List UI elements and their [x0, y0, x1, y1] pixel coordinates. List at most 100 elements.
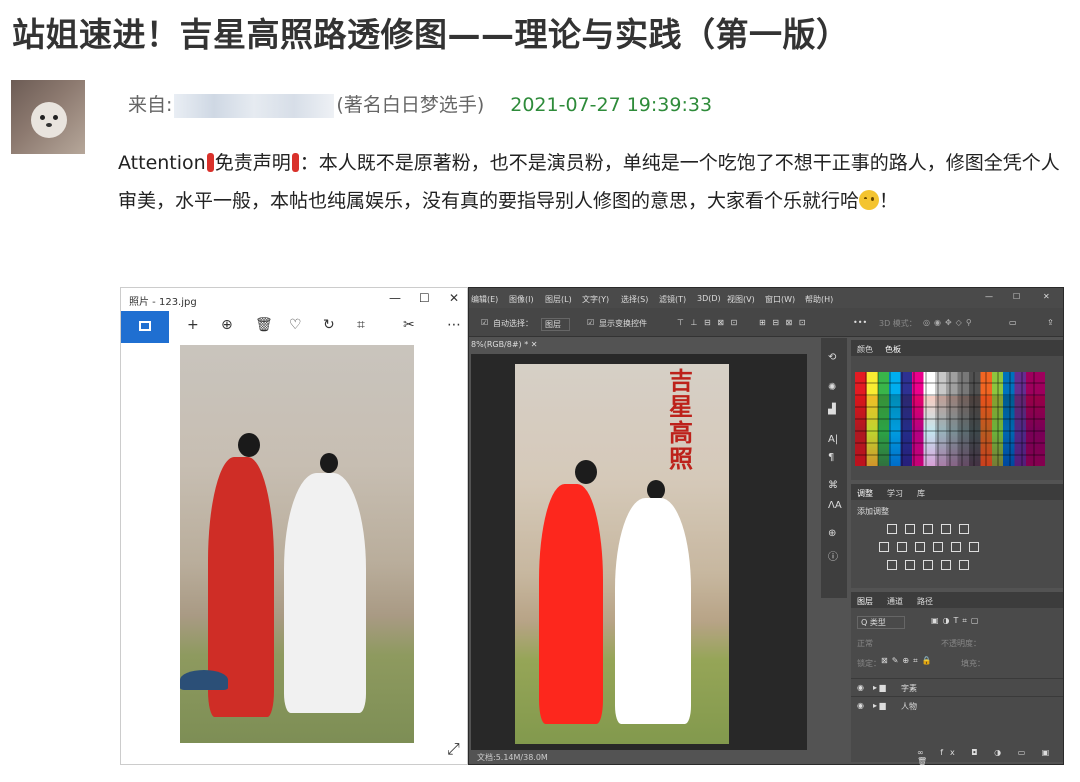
- ps-menu-3d[interactable]: 3D(D): [697, 294, 721, 303]
- adj-bw-icon[interactable]: [915, 542, 925, 552]
- transform-checkbox[interactable]: ☑: [587, 318, 594, 327]
- expand-icon[interactable]: ⤢: [447, 739, 460, 759]
- body-end: ！: [879, 190, 899, 212]
- glyph-icon[interactable]: ɅA: [828, 500, 842, 511]
- ps-maximize[interactable]: ☐: [1013, 292, 1020, 301]
- tab-layers[interactable]: 图层: [857, 596, 873, 607]
- blend-mode-select[interactable]: 正常: [857, 638, 873, 649]
- adj-threshold-icon[interactable]: [923, 560, 933, 570]
- ps-menu-image[interactable]: 图像(I): [509, 294, 534, 305]
- zoom-in-icon[interactable]: ⊕: [221, 317, 233, 333]
- adj-invert-icon[interactable]: [887, 560, 897, 570]
- adj-curves-icon[interactable]: [923, 524, 933, 534]
- tab-channels[interactable]: 通道: [887, 596, 903, 607]
- color-panel: 颜色 色板: [851, 340, 1063, 480]
- image-view-icon[interactable]: [121, 311, 169, 343]
- tab-libraries[interactable]: 库: [917, 488, 925, 499]
- doc-tab-close-icon[interactable]: ✕: [531, 340, 538, 349]
- adj-hue-icon[interactable]: [879, 542, 889, 552]
- adj-channel-mixer-icon[interactable]: [951, 542, 961, 552]
- 3d-tool-icons[interactable]: ◎◉✥◇⚲: [923, 318, 976, 327]
- ps-minimize[interactable]: —: [985, 292, 993, 301]
- favorite-icon[interactable]: ♡: [289, 317, 302, 333]
- post-meta: 来自: (著名白日梦选手) 2021-07-27 19:39:33: [128, 90, 712, 118]
- layer-row[interactable]: ◉ ▸ ▆ 人物: [851, 696, 1063, 715]
- paragraph-icon[interactable]: ¶: [828, 452, 834, 463]
- ps-menu-type[interactable]: 文字(Y): [582, 294, 609, 305]
- edit-icon[interactable]: ✂: [403, 317, 415, 333]
- adj-brightness-icon[interactable]: [887, 524, 897, 534]
- character-icon[interactable]: A|: [828, 434, 838, 445]
- screen-mode-icon[interactable]: ▭: [1009, 318, 1017, 327]
- lock-icons[interactable]: ⊠✎⊕⌗🔒: [881, 656, 936, 666]
- layer-filter-icons[interactable]: ▣◑T⌗▢: [931, 616, 983, 626]
- tab-color[interactable]: 颜色: [857, 344, 873, 355]
- ps-menu-window[interactable]: 窗口(W): [765, 294, 795, 305]
- attention-text: Attention: [118, 152, 206, 174]
- post-date: 2021-07-27 19:39:33: [510, 94, 713, 116]
- ps-menu-layer[interactable]: 图层(L): [545, 294, 572, 305]
- adj-levels-icon[interactable]: [905, 524, 915, 534]
- photos-app-window: 照片 - 123.jpg — ☐ ✕ + ⊕ 🗑 ♡ ↻ ⌗ ✂ ⋯ ⤢: [120, 287, 468, 765]
- photos-toolbar: + ⊕ 🗑 ♡ ↻ ⌗ ✂ ⋯: [121, 311, 467, 343]
- more-options-icon[interactable]: •••: [853, 318, 867, 327]
- adj-vibrance-icon[interactable]: [959, 524, 969, 534]
- adjust-icon[interactable]: ⊕: [828, 528, 836, 539]
- more-icon[interactable]: ⋯: [447, 317, 461, 333]
- disclaimer-text: 免责声明: [214, 152, 291, 174]
- layer-row[interactable]: ◉ ▸ ▆ 字素: [851, 678, 1063, 697]
- delete-icon[interactable]: 🗑: [255, 317, 273, 333]
- ps-menu-filter[interactable]: 滤镜(T): [659, 294, 686, 305]
- align-icons[interactable]: ⊤ ⊥ ⊟ ⊠ ⊡: [677, 318, 739, 327]
- author-suffix[interactable]: (著名白日梦选手): [336, 94, 484, 116]
- info-icon[interactable]: ⓘ: [828, 548, 838, 563]
- fill-label: 填充：: [961, 659, 985, 668]
- add-icon[interactable]: +: [187, 317, 199, 333]
- exclamation-icon: [291, 153, 299, 172]
- maximize-button[interactable]: ☐: [419, 291, 430, 305]
- avatar[interactable]: [11, 80, 85, 154]
- adj-lookup-icon[interactable]: [969, 542, 979, 552]
- distribute-icons[interactable]: ⊞ ⊟ ⊠ ⊡: [759, 318, 807, 327]
- layers-panel: 图层 通道 路径 Q 类型 ▣◑T⌗▢ 正常 不透明度： 锁定： ⊠✎⊕⌗🔒 填…: [851, 592, 1063, 766]
- adj-exposure-icon[interactable]: [941, 524, 951, 534]
- dog-photo-icon: [31, 102, 67, 138]
- brightness-icon[interactable]: ✺: [828, 382, 836, 393]
- ps-menu-edit[interactable]: 编辑(E): [471, 294, 498, 305]
- close-button[interactable]: ✕: [449, 291, 459, 305]
- ps-menu-view[interactable]: 视图(V): [727, 294, 755, 305]
- ps-close[interactable]: ✕: [1043, 292, 1050, 301]
- add-adjustment-label: 添加调整: [857, 507, 889, 516]
- history-icon[interactable]: ⟲: [828, 352, 836, 363]
- swatch-grid[interactable]: [855, 372, 1045, 466]
- adj-selective-color-icon[interactable]: [941, 560, 951, 570]
- ps-menu-help[interactable]: 帮助(H): [805, 294, 833, 305]
- share-icon[interactable]: ⇪: [1047, 318, 1054, 327]
- hugging-face-icon: [859, 190, 880, 210]
- tab-swatches[interactable]: 色板: [885, 344, 901, 355]
- adj-gradient-map-icon[interactable]: [959, 560, 969, 570]
- histogram-icon[interactable]: ▟: [828, 404, 836, 415]
- ps-doc-tab-label: 8%(RGB/8#) *: [471, 340, 529, 349]
- adj-posterize-icon[interactable]: [905, 560, 915, 570]
- adj-balance-icon[interactable]: [897, 542, 907, 552]
- visibility-eye-icon[interactable]: ◉: [857, 683, 864, 692]
- visibility-eye-icon[interactable]: ◉: [857, 701, 864, 710]
- ps-menu-select[interactable]: 选择(S): [621, 294, 648, 305]
- tab-paths[interactable]: 路径: [917, 596, 933, 607]
- tab-adjustments[interactable]: 调整: [857, 488, 873, 499]
- ps-canvas[interactable]: 吉星高照: [471, 354, 807, 750]
- minimize-button[interactable]: —: [389, 291, 401, 305]
- from-label: 来自:: [128, 94, 173, 116]
- layer-kind-filter[interactable]: Q 类型: [857, 616, 905, 629]
- rotate-icon[interactable]: ↻: [323, 317, 335, 333]
- tab-learn[interactable]: 学习: [887, 488, 903, 499]
- brush-icon[interactable]: ⌘: [828, 480, 838, 491]
- auto-select-checkbox[interactable]: ☑: [481, 318, 488, 327]
- layer-footer-icons[interactable]: ∞ fx ◘ ◑ ▭ ▣ 🗑: [917, 748, 1063, 766]
- adj-photo-filter-icon[interactable]: [933, 542, 943, 552]
- adjustments-panel: 调整 学习 库 添加调整: [851, 484, 1063, 588]
- layer-select-dropdown[interactable]: 图层: [541, 318, 570, 331]
- crop-icon[interactable]: ⌗: [357, 317, 365, 333]
- ps-doc-tab[interactable]: 8%(RGB/8#) * ✕: [471, 340, 537, 354]
